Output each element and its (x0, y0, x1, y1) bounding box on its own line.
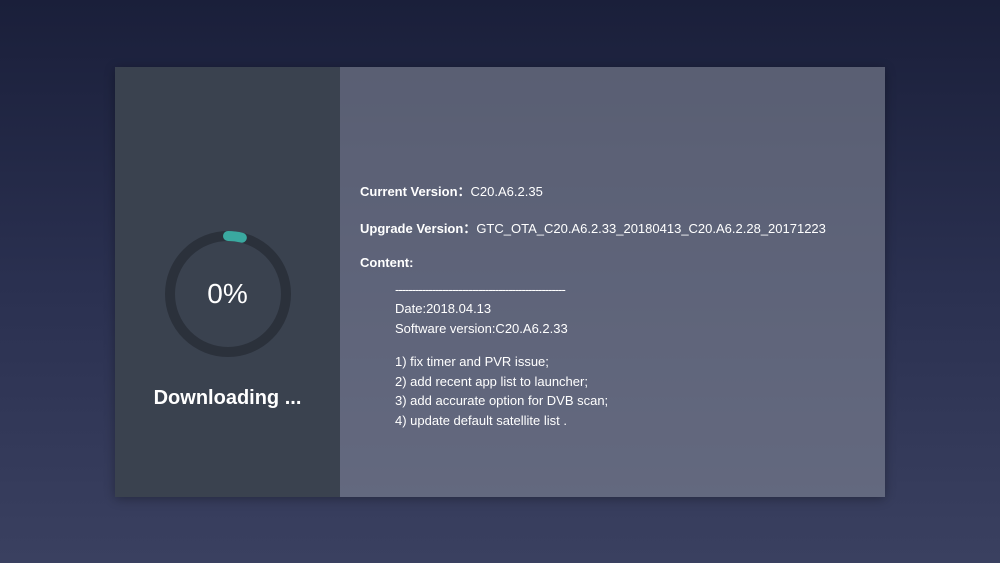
upgrade-version-label: Upgrade Version： (360, 221, 476, 236)
upgrade-version-row: Upgrade Version：GTC_OTA_C20.A6.2.33_2018… (360, 218, 865, 237)
content-software-version: Software version:C20.A6.2.33 (395, 319, 865, 339)
content-divider: ----------------------------------------… (395, 280, 865, 300)
current-version-row: Current Version：C20.A6.2.35 (360, 181, 865, 200)
content-date: Date:2018.04.13 (395, 299, 865, 319)
progress-circle: 0% (163, 229, 293, 359)
progress-status-text: Downloading ... (154, 387, 302, 410)
content-item: 1) fix timer and PVR issue; (395, 352, 865, 372)
content-item: 2) add recent app list to launcher; (395, 372, 865, 392)
progress-panel: 0% Downloading ... (115, 67, 340, 497)
current-version-value: C20.A6.2.35 (471, 184, 543, 199)
content-item: 4) update default satellite list . (395, 411, 865, 431)
current-version-label: Current Version： (360, 184, 471, 199)
content-item: 3) add accurate option for DVB scan; (395, 391, 865, 411)
update-dialog: 0% Downloading ... Current Version：C20.A… (115, 67, 885, 497)
content-label: Content: (360, 255, 865, 270)
content-body: ----------------------------------------… (360, 280, 865, 431)
info-panel: Current Version：C20.A6.2.35 Upgrade Vers… (340, 67, 885, 497)
upgrade-version-value: GTC_OTA_C20.A6.2.33_20180413_C20.A6.2.28… (476, 221, 826, 236)
progress-percent: 0% (207, 278, 247, 310)
